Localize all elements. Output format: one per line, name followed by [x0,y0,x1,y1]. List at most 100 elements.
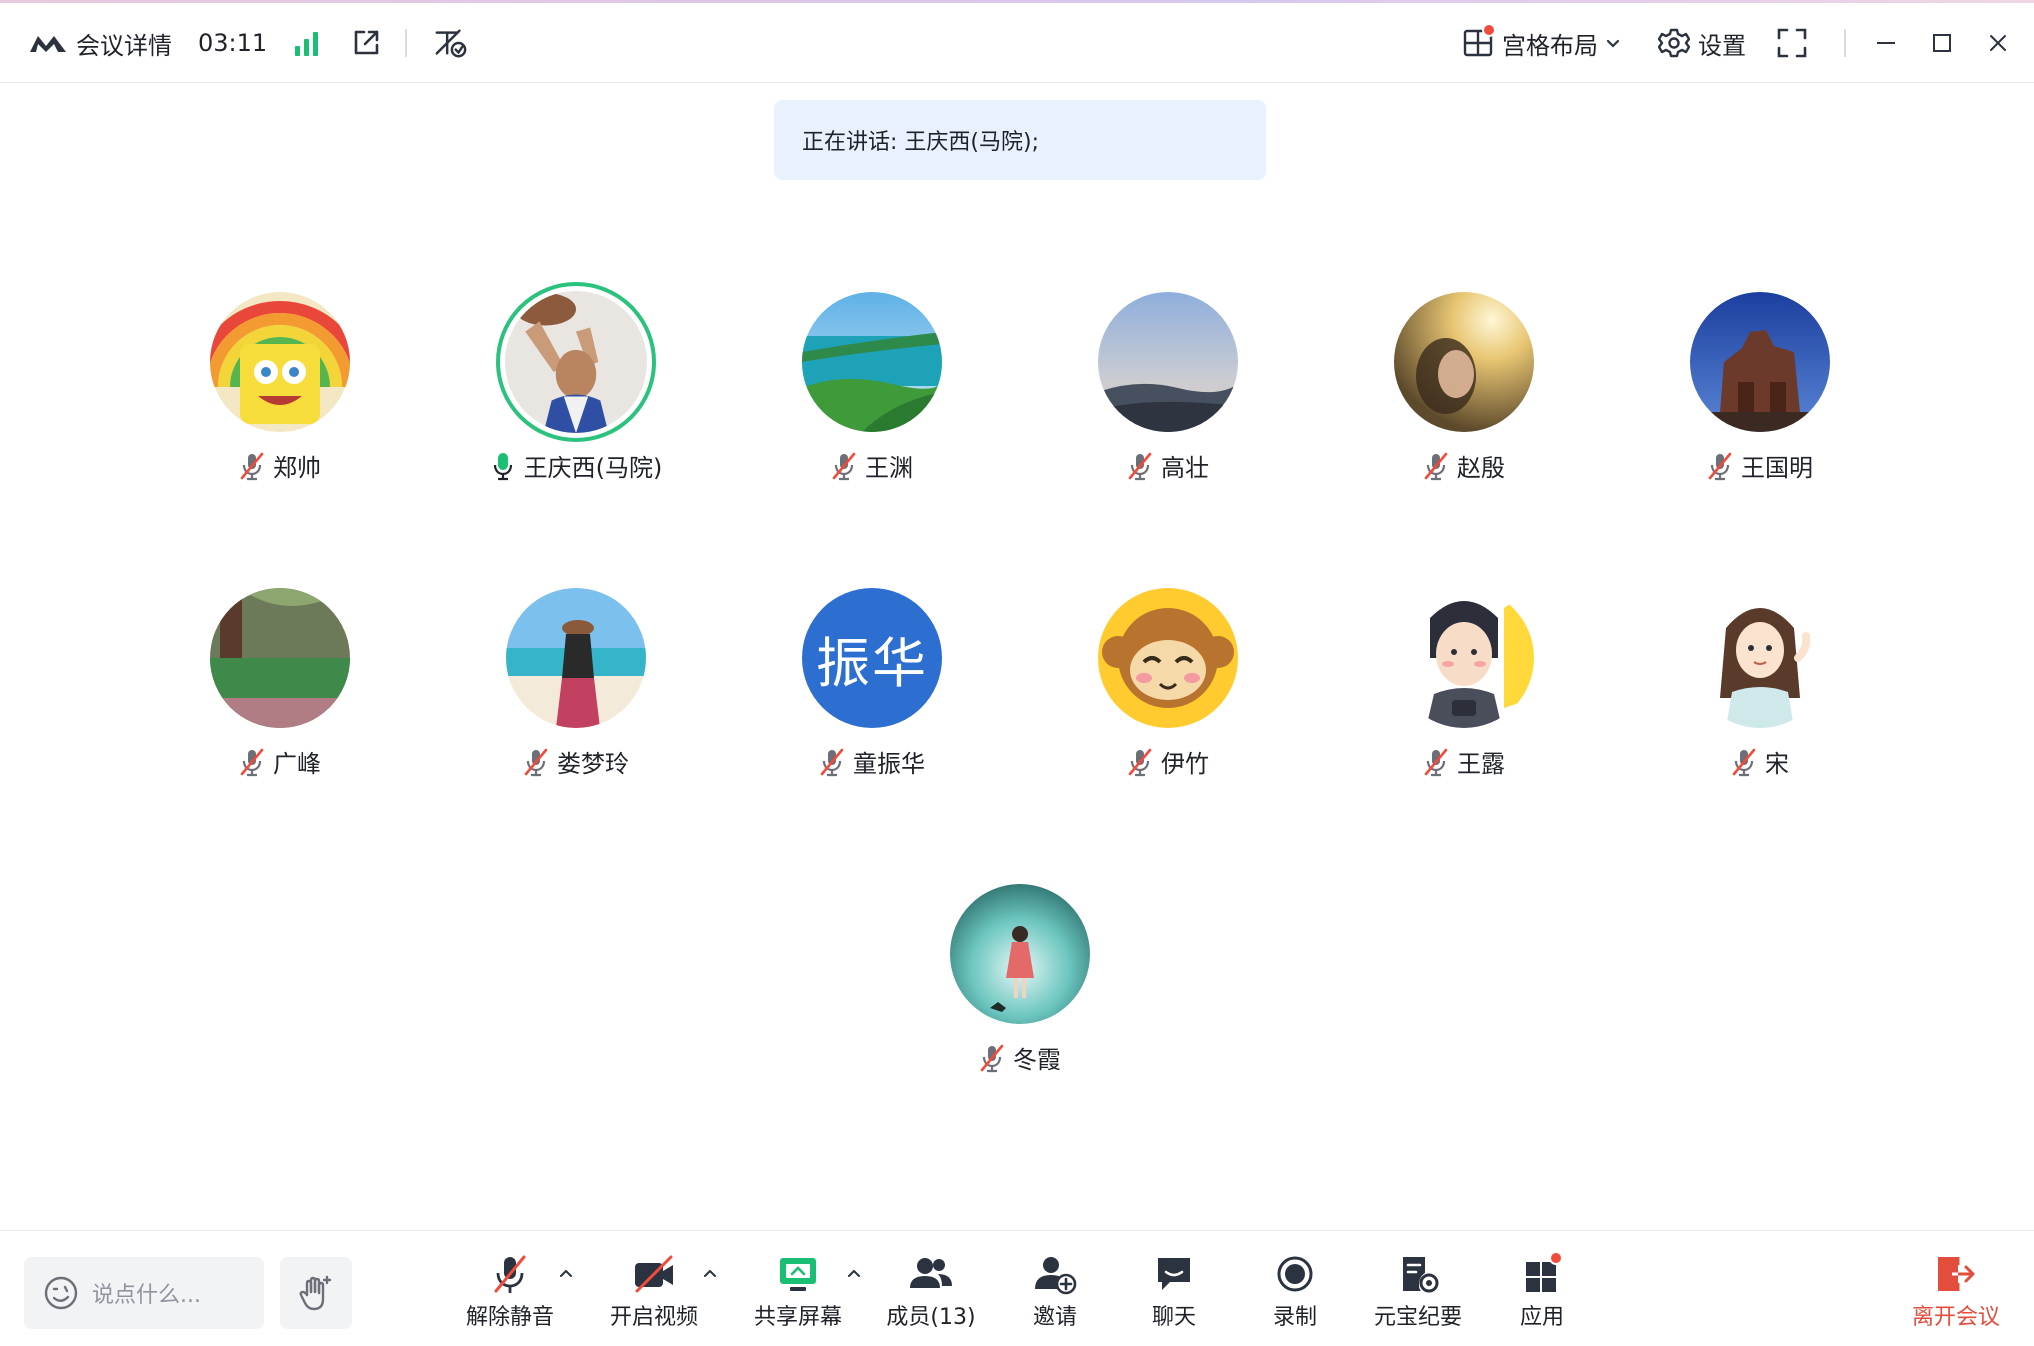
chat-button[interactable]: 聊天 [1114,1253,1234,1333]
participant-name-row: 童振华 [762,744,982,779]
participant-name-row: 王露 [1354,744,1574,779]
avatar [802,292,942,432]
participant-name: 王露 [1457,750,1505,778]
participant-tile[interactable]: 振华 童振华 [762,588,982,808]
leave-meeting-button[interactable]: 离开会议 [1896,1253,2016,1333]
participant-tile[interactable]: 王露 [1354,588,1574,808]
share-options-caret[interactable] [844,1263,864,1283]
participant-tile[interactable]: 宋 [1650,588,1870,808]
participant-name-row: 伊竹 [1058,744,1278,779]
unmute-button[interactable]: 解除静音 [450,1253,570,1333]
participant-name-row: 宋 [1650,744,1870,779]
chat-label: 聊天 [1151,1305,1196,1330]
unmute-label: 解除静音 [465,1305,554,1330]
members-label: 成员(13) [886,1305,976,1330]
participant-tile[interactable]: 赵殷 [1354,292,1574,512]
chat-placeholder: 说点什么... [92,1283,201,1308]
signal-icon[interactable] [295,30,323,56]
emoji-icon[interactable] [42,1274,80,1312]
invite-button[interactable]: 邀请 [995,1253,1115,1333]
avatar [1098,588,1238,728]
share-screen-button[interactable]: 共享屏幕 [738,1253,858,1333]
participant-name: 王国明 [1741,454,1813,482]
maximize-icon[interactable] [1914,21,1970,65]
participant-name: 宋 [1765,750,1789,778]
audio-options-caret[interactable] [556,1263,576,1283]
share-window-icon[interactable] [349,26,383,60]
participant-name: 赵殷 [1457,454,1505,482]
participant-name-row: 王渊 [762,448,982,483]
start-video-button[interactable]: 开启视频 [594,1253,714,1333]
record-label: 录制 [1272,1305,1317,1330]
mic-muted-icon [1127,451,1153,481]
mic-muted-icon [979,1043,1005,1073]
invite-icon [1035,1257,1077,1295]
minimize-icon[interactable] [1858,21,1914,65]
title-bar: 会议详情 03:11 宫格布局 设置 [0,3,2034,83]
participant-tile[interactable]: 高壮 [1058,292,1278,512]
avatar [210,292,350,432]
participant-name: 王庆西(马院) [523,454,663,482]
video-options-caret[interactable] [700,1263,720,1283]
layout-switch-button[interactable]: 宫格布局 [1462,21,1622,65]
participant-tile-speaking[interactable]: 王庆西(马院) [466,282,686,512]
participant-name-row: 王庆西(马院) [466,448,686,483]
screen-share-icon [780,1258,816,1291]
participant-name-row: 高壮 [1058,448,1278,483]
meeting-toolbar: 说点什么... 解除静音 开启视频 共享屏幕 成员(13) 邀请 聊天 录制 元… [0,1230,2034,1346]
participant-tile[interactable]: 王国明 [1650,292,1870,512]
avatar [506,588,646,728]
participant-name-row: 娄梦玲 [466,744,686,779]
participant-tile[interactable]: 冬霞 [910,884,1130,1104]
avatar: 振华 [802,588,942,728]
minutes-icon [1403,1257,1439,1293]
divider [1844,29,1846,57]
participant-name-row: 赵殷 [1354,448,1574,483]
mic-muted-icon [1127,747,1153,777]
meeting-info-button[interactable]: 会议详情 [76,26,172,61]
members-button[interactable]: 成员(13) [871,1253,991,1333]
title-bar-left: 会议详情 03:11 [28,3,467,83]
participant-name: 广峰 [273,750,321,778]
notification-dot [1482,23,1496,37]
participant-tile[interactable]: 郑帅 [170,292,390,512]
mic-muted-icon [523,747,549,777]
record-button[interactable]: 录制 [1235,1253,1355,1333]
mic-muted-icon [239,747,265,777]
mic-muted-icon [1707,451,1733,481]
raise-hand-button[interactable] [280,1257,352,1329]
avatar [1098,292,1238,432]
meeting-timer: 03:11 [198,29,268,57]
participant-name-row: 广峰 [170,744,390,779]
avatar [210,588,350,728]
settings-button[interactable]: 设置 [1658,21,1746,65]
fullscreen-icon[interactable] [1776,21,1808,65]
mic-active-icon [490,451,516,481]
ai-minutes-button[interactable]: 元宝纪要 [1358,1253,1478,1333]
invite-label: 邀请 [1032,1305,1077,1330]
avatar [950,884,1090,1024]
quick-chat-input[interactable]: 说点什么... [24,1257,264,1329]
participant-tile[interactable]: 伊竹 [1058,588,1278,808]
mic-muted-icon [239,451,265,481]
close-icon[interactable] [1970,21,2026,65]
participant-name-row: 郑帅 [170,448,390,483]
participant-name-row: 冬霞 [910,1040,1130,1075]
speaking-text: 正在讲话: 王庆西(马院); [802,130,1039,155]
participant-tile[interactable]: 广峰 [170,588,390,808]
participant-name-row: 王国明 [1650,448,1870,483]
gear-icon [1658,28,1690,58]
apps-label: 应用 [1519,1305,1564,1330]
layout-switch-label: 宫格布局 [1502,31,1598,60]
logo-icon[interactable] [28,31,68,55]
participant-tile[interactable]: 娄梦玲 [466,588,686,808]
no-subtitle-icon[interactable] [433,26,467,60]
avatar [1394,588,1534,728]
mic-muted-icon [1731,747,1757,777]
apps-button[interactable]: 应用 [1482,1251,1602,1333]
participant-tile[interactable]: 王渊 [762,292,982,512]
divider [405,29,408,57]
camera-off-icon [635,1255,673,1293]
apps-notification-dot [1549,1251,1563,1265]
settings-label: 设置 [1698,31,1746,60]
